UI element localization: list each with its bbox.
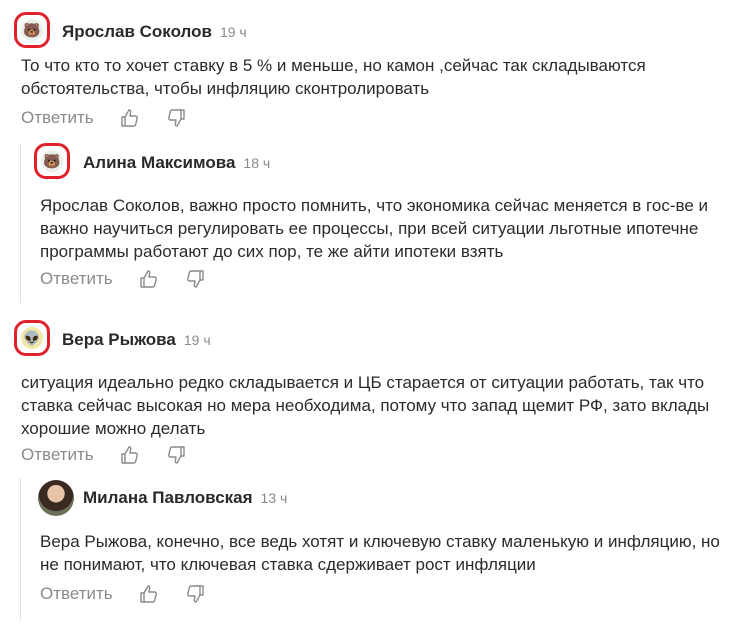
thumbs-down-icon[interactable] — [185, 269, 205, 289]
comment-header: Милана Павловская 13 ч — [20, 478, 738, 518]
alien-icon: 👽 — [21, 327, 43, 349]
thumbs-down-icon[interactable] — [166, 445, 186, 465]
author-name[interactable]: Ярослав Соколов 19 ч — [62, 22, 247, 42]
author-name[interactable]: Милана Павловская 13 ч — [83, 488, 287, 508]
comment-text: ситуация идеально редко складывается и Ц… — [21, 373, 710, 438]
comment-actions: Ответить — [40, 269, 231, 289]
comment-actions: Ответить — [21, 108, 212, 128]
comment-header: 👽 Вера Рыжова 19 ч — [0, 320, 738, 360]
reply-comment: 🐻 Алина Максимова 18 ч Ярослав Соколов, в… — [20, 143, 738, 288]
comment: 🐻 Ярослав Соколов 19 ч То что кто то хоче… — [0, 12, 738, 127]
reply-button[interactable]: Ответить — [21, 445, 94, 465]
reply-button[interactable]: Ответить — [21, 108, 94, 128]
author-name[interactable]: Алина Максимова 18 ч — [83, 153, 270, 173]
avatar[interactable]: 🐻 — [14, 12, 50, 48]
reply-comment: Милана Павловская 13 ч Вера Рыжова, конеч… — [20, 478, 738, 603]
author-name-text[interactable]: Милана Павловская — [83, 488, 253, 507]
author-name-text[interactable]: Ярослав Соколов — [62, 22, 212, 41]
comment-header: 🐻 Ярослав Соколов 19 ч — [0, 12, 738, 52]
avatar[interactable] — [38, 480, 74, 516]
thumbs-up-icon[interactable] — [120, 445, 140, 465]
thumbs-up-icon[interactable] — [139, 269, 159, 289]
bear-icon: 🐻 — [21, 19, 43, 41]
comment-actions: Ответить — [40, 584, 231, 604]
reply-button[interactable]: Ответить — [40, 269, 113, 289]
timestamp: 19 ч — [219, 24, 247, 40]
timestamp: 18 ч — [243, 155, 271, 171]
reply-button[interactable]: Ответить — [40, 584, 113, 604]
comment-actions: Ответить — [21, 445, 212, 465]
avatar[interactable]: 🐻 — [34, 143, 70, 179]
comment-text: То что кто то хочет ставку в 5 % и меньш… — [21, 56, 646, 98]
thumbs-up-icon[interactable] — [139, 584, 159, 604]
thumbs-up-icon[interactable] — [120, 108, 140, 128]
comment-text: Вера Рыжова, конечно, все ведь хотят и к… — [40, 532, 720, 574]
comment-header: 🐻 Алина Максимова 18 ч — [20, 143, 738, 183]
thumbs-down-icon[interactable] — [185, 584, 205, 604]
timestamp: 13 ч — [260, 490, 288, 506]
author-name-text[interactable]: Вера Рыжова — [62, 330, 176, 349]
timestamp: 19 ч — [183, 332, 211, 348]
comment-text: Ярослав Соколов, важно просто помнить, ч… — [40, 196, 708, 261]
avatar[interactable]: 👽 — [14, 320, 50, 356]
comment: 👽 Вера Рыжова 19 ч ситуация идеально редк… — [0, 320, 738, 464]
bear-icon: 🐻 — [41, 150, 63, 172]
author-name-text[interactable]: Алина Максимова — [83, 153, 235, 172]
thumbs-down-icon[interactable] — [166, 108, 186, 128]
author-name[interactable]: Вера Рыжова 19 ч — [62, 330, 211, 350]
